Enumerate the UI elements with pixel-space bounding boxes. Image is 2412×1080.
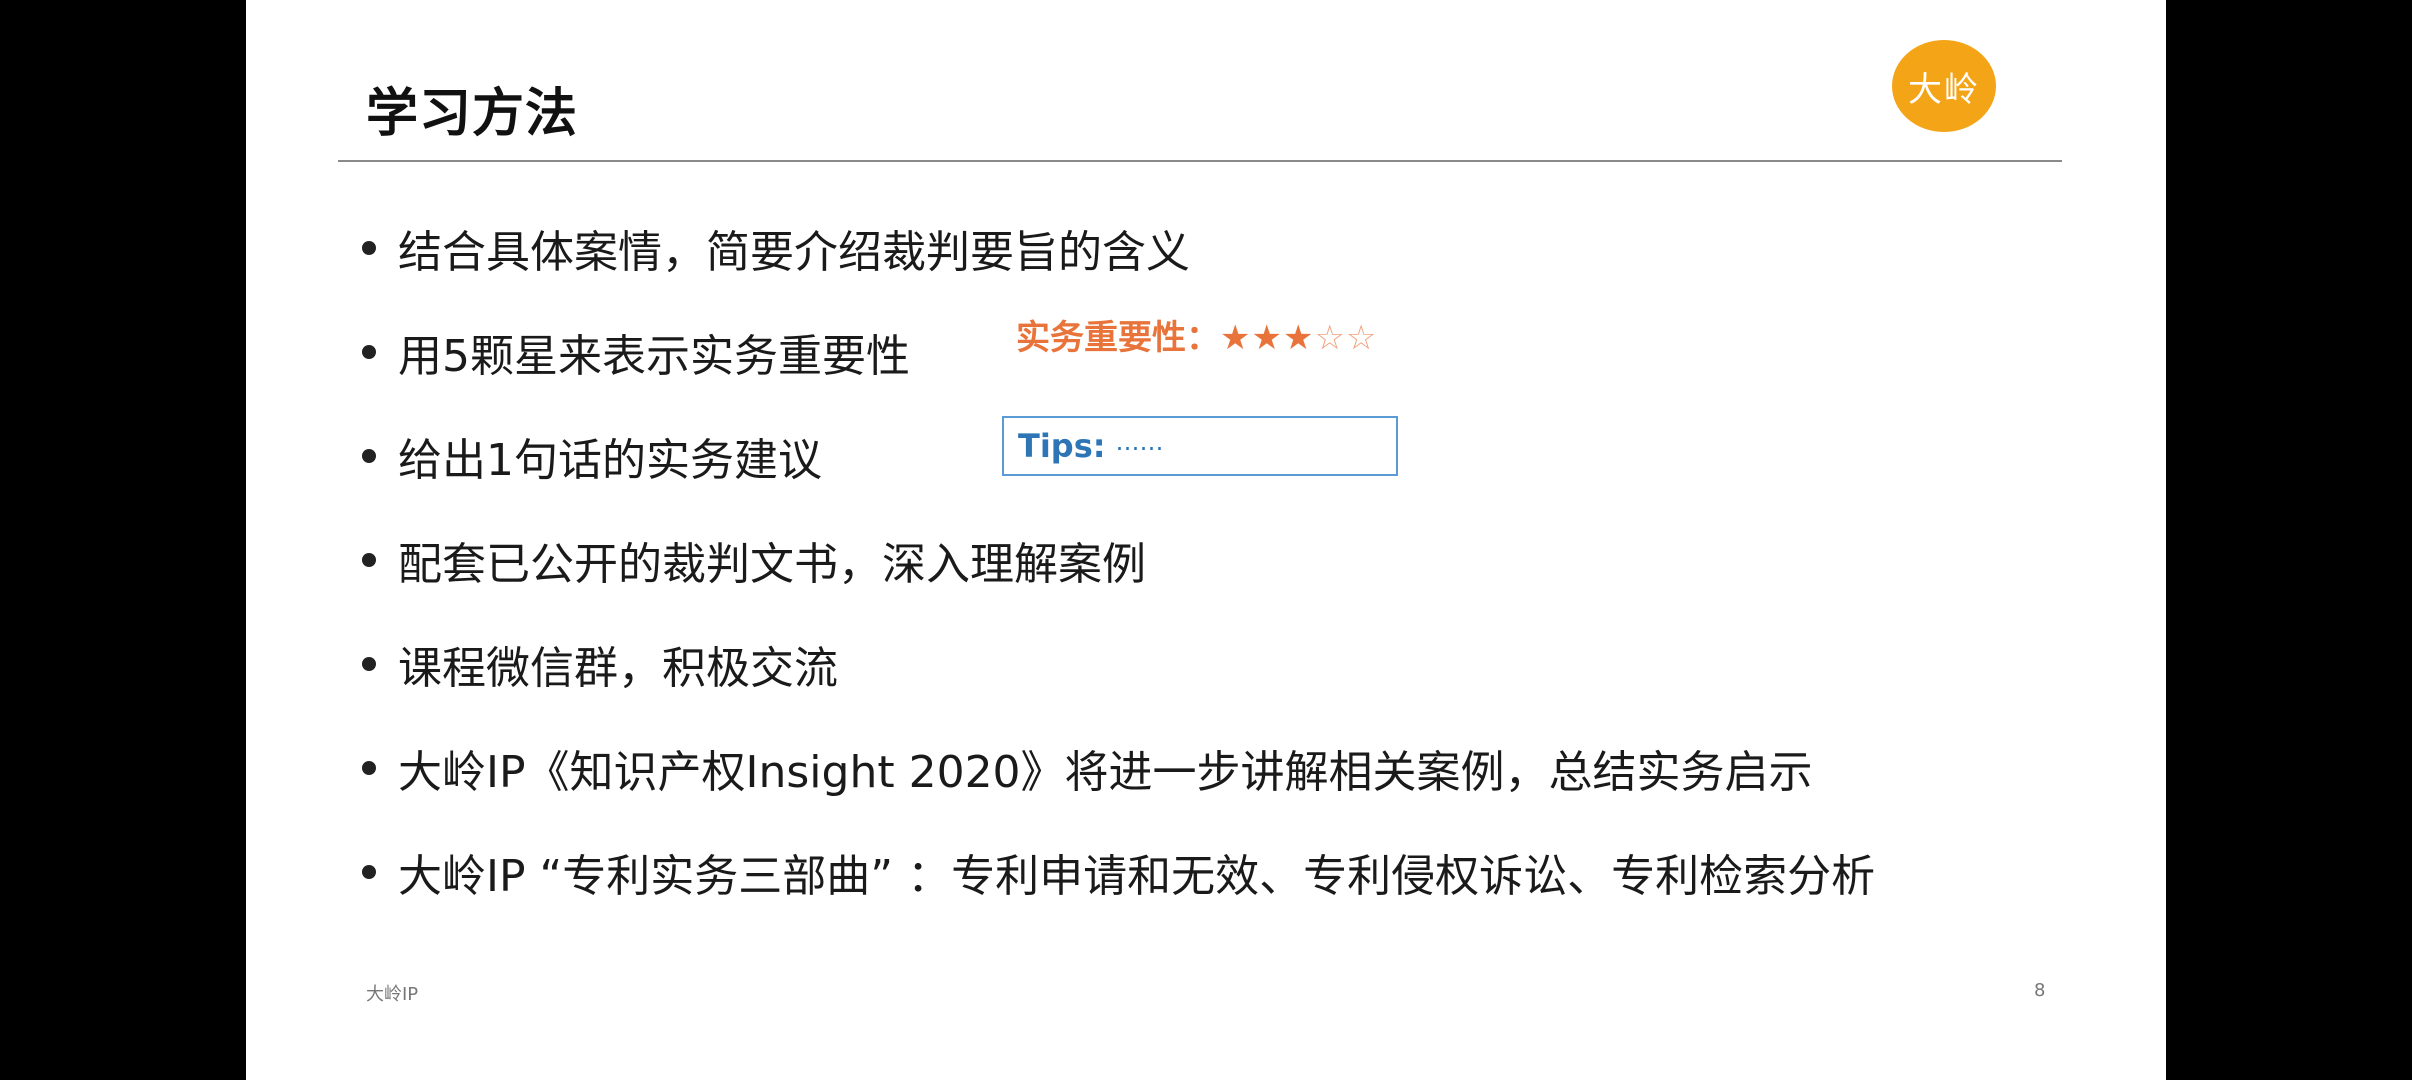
bullet-item: 课程微信群，积极交流 <box>362 612 1875 716</box>
slide-viewer: 学习方法 大岭 结合具体案情，简要介绍裁判要旨的含义 用5颗星来表示实务重要性 … <box>0 0 2412 1080</box>
slide-title: 学习方法 <box>366 84 579 144</box>
bullet-item: 结合具体案情，简要介绍裁判要旨的含义 <box>362 196 1875 300</box>
bullet-dot-icon <box>362 657 376 671</box>
bullet-dot-icon <box>362 449 376 463</box>
daling-logo: 大岭 <box>1892 40 1996 132</box>
tips-box: Tips: …… <box>1002 416 1398 476</box>
empty-star-icon: ☆☆ <box>1314 318 1378 358</box>
bullet-text: 结合具体案情，简要介绍裁判要旨的含义 <box>398 227 1190 278</box>
bullet-dot-icon <box>362 553 376 567</box>
slide: 学习方法 大岭 结合具体案情，简要介绍裁判要旨的含义 用5颗星来表示实务重要性 … <box>246 0 2166 1080</box>
bullet-list: 结合具体案情，简要介绍裁判要旨的含义 用5颗星来表示实务重要性 给出1句话的实务… <box>362 196 1875 924</box>
bullet-dot-icon <box>362 241 376 255</box>
page-number: 8 <box>2034 980 2046 1001</box>
bullet-text: 课程微信群，积极交流 <box>398 643 838 694</box>
bullet-dot-icon <box>362 761 376 775</box>
bullet-dot-icon <box>362 345 376 359</box>
bullet-item: 大岭IP “专利实务三部曲” ：专利申请和无效、专利侵权诉讼、专利检索分析 <box>362 820 1875 924</box>
title-divider <box>338 160 2062 162</box>
bullet-text: 大岭IP《知识产权Insight 2020》将进一步讲解相关案例，总结实务启示 <box>398 747 1813 798</box>
tips-ellipsis: …… <box>1115 428 1164 456</box>
bullet-item: 配套已公开的裁判文书，深入理解案例 <box>362 508 1875 612</box>
importance-label: 实务重要性： <box>1016 318 1220 358</box>
bullet-text: 配套已公开的裁判文书，深入理解案例 <box>398 539 1146 590</box>
bullet-text: 给出1句话的实务建议 <box>398 435 822 486</box>
logo-text: 大岭 <box>1908 69 1980 110</box>
bullet-item: 大岭IP《知识产权Insight 2020》将进一步讲解相关案例，总结实务启示 <box>362 716 1875 820</box>
bullet-text: 大岭IP “专利实务三部曲” ：专利申请和无效、专利侵权诉讼、专利检索分析 <box>398 851 1876 902</box>
bullet-text: 用5颗星来表示实务重要性 <box>398 331 910 382</box>
bullet-dot-icon <box>362 865 376 879</box>
tips-label: Tips: <box>1018 427 1106 465</box>
filled-star-icon: ★★★ <box>1220 318 1315 358</box>
importance-rating: 实务重要性：★★★☆☆ <box>1016 312 1377 364</box>
footer-brand: 大岭IP <box>366 984 419 1005</box>
